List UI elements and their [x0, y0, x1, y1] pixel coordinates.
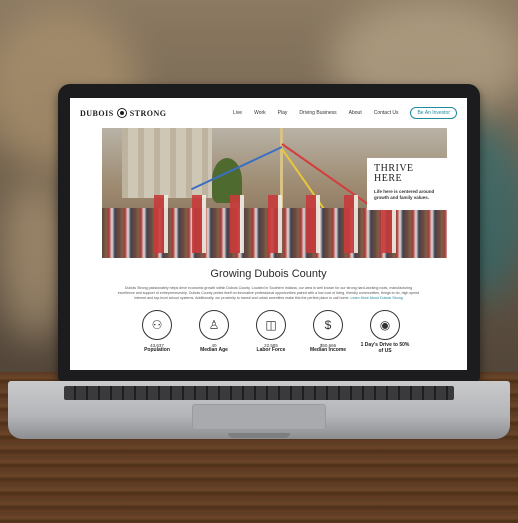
stat-label: 1 Day's Drive to 50% of US: [360, 342, 410, 354]
thrive-callout: THRIVE HERE Life here is centered around…: [367, 158, 447, 210]
stats-row: ⚇ 43,637 Population ♙ 40 Median Age ◫ 22…: [132, 310, 410, 354]
stat-drive-time: ◉ 1 Day's Drive to 50% of US: [360, 310, 410, 354]
nav-live[interactable]: Live: [233, 110, 242, 116]
site-header: DUBOIS STRONG Live Work Play Driving Bus…: [70, 98, 467, 128]
stat-label: Median Income: [309, 347, 347, 353]
toolbox-icon: ◫: [256, 310, 286, 340]
stat-population: ⚇ 43,637 Population: [132, 310, 182, 354]
main-nav: Live Work Play Driving Business About Co…: [233, 107, 457, 119]
hero-title: THRIVE HERE: [374, 163, 414, 184]
nav-work[interactable]: Work: [254, 110, 266, 116]
stat-median-income: $ $50,666 Median Income: [303, 310, 353, 354]
be-an-investor-button[interactable]: Be An Investor: [410, 107, 457, 119]
learn-more-link[interactable]: Learn More About Dubois Strong: [350, 296, 402, 300]
section-title: Growing Dubois County: [210, 268, 327, 280]
logo-mark-icon: [116, 108, 127, 118]
people-icon: ⚇: [142, 310, 172, 340]
money-bag-icon: $: [313, 310, 343, 340]
hero-subtitle: Life here is centered around growth and …: [374, 189, 435, 200]
group-icon: ♙: [199, 310, 229, 340]
laptop-keyboard: [64, 386, 454, 400]
site-logo[interactable]: DUBOIS STRONG: [80, 108, 166, 118]
stat-label: Population: [144, 347, 170, 353]
laptop-notch: [228, 433, 290, 438]
laptop-screen: DUBOIS STRONG Live Work Play Driving Bus…: [70, 98, 467, 370]
hero-image: THRIVE HERE Life here is centered around…: [102, 128, 447, 258]
stat-labor-force: ◫ 22,585 Labor Force: [246, 310, 296, 354]
stat-label: Labor Force: [256, 347, 286, 353]
stat-label: Median Age: [200, 347, 228, 353]
hero-building: [122, 128, 212, 198]
stat-median-age: ♙ 40 Median Age: [189, 310, 239, 354]
map-pin-icon: ◉: [370, 310, 400, 340]
nav-play[interactable]: Play: [278, 110, 288, 116]
nav-contact-us[interactable]: Contact Us: [374, 110, 399, 116]
logo-text-left: DUBOIS: [80, 108, 114, 118]
laptop-trackpad: [192, 404, 326, 430]
section-body: Dubois Strong passionately helps drive e…: [116, 286, 421, 301]
nav-driving-business[interactable]: Driving Business: [299, 110, 336, 116]
logo-text-right: STRONG: [129, 108, 167, 118]
nav-about[interactable]: About: [349, 110, 362, 116]
